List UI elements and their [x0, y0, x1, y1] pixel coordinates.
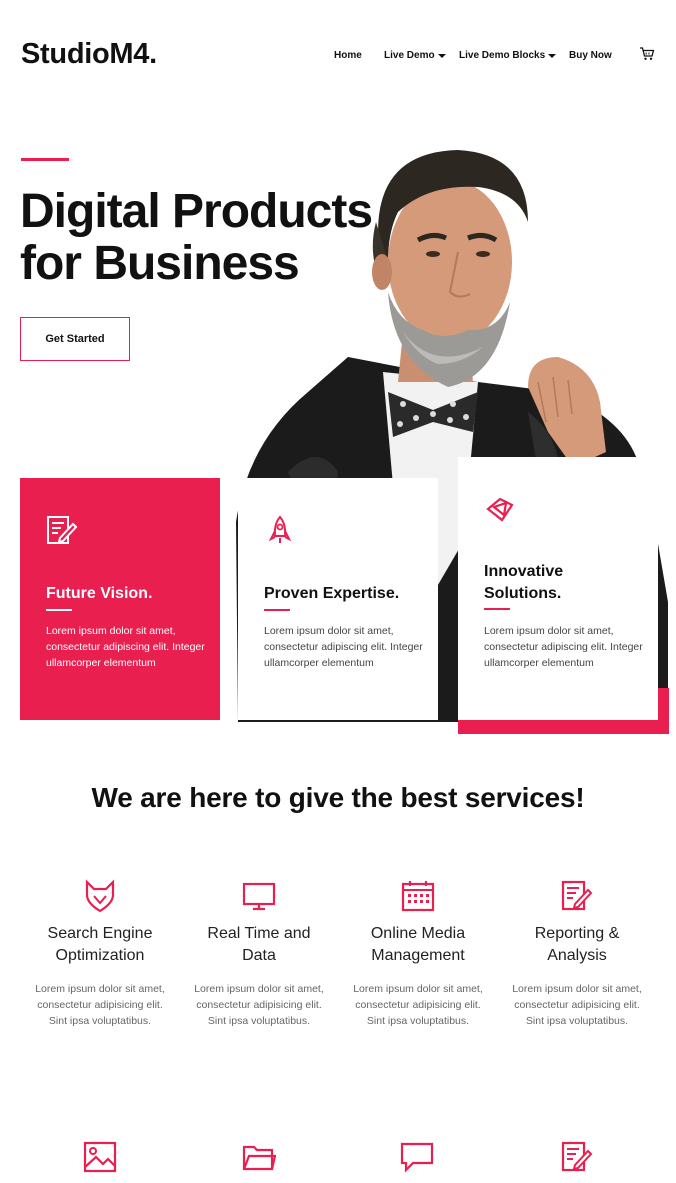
service-item-online-media: Online Media Management Lorem ipsum dolo… [343, 879, 493, 1029]
feature-title: Innovative Solutions. [484, 563, 564, 602]
get-started-button[interactable]: Get Started [20, 317, 130, 361]
chat-bubble-icon [400, 1142, 434, 1173]
cart-icon[interactable] [639, 47, 655, 61]
nav-home-label: Home [334, 50, 362, 61]
feature-text: Lorem ipsum dolor sit amet, consectetur … [484, 625, 643, 669]
nav-home[interactable]: Home [334, 50, 362, 61]
feature-text: Lorem ipsum dolor sit amet, consectetur … [46, 625, 205, 669]
feature-title-rule [264, 609, 290, 611]
feature-title: Proven Expertise. [264, 585, 400, 602]
document-edit-icon [561, 1141, 593, 1172]
caret-down-icon [437, 53, 446, 58]
monitor-icon [242, 882, 276, 911]
service-title: Online Media Management [370, 925, 466, 964]
fox-icon [85, 879, 115, 913]
nav-live-demo-blocks[interactable]: Live Demo Blocks [459, 50, 557, 61]
feature-title-rule [484, 608, 510, 610]
service-item-reporting: Reporting & Analysis Lorem ipsum dolor s… [502, 879, 652, 1029]
nav-live-demo[interactable]: Live Demo [384, 50, 446, 61]
document-edit-icon [561, 880, 593, 911]
document-edit-icon [47, 516, 78, 544]
feature-card-future-vision: Future Vision. Lorem ipsum dolor sit ame… [20, 478, 220, 720]
hero-title: Digital Products for Business [20, 185, 373, 290]
caret-down-icon [548, 53, 557, 58]
service-title: Search Engine Optimization [47, 925, 153, 964]
nav-live-demo-blocks-label: Live Demo Blocks [459, 50, 546, 61]
feature-title: Future Vision. [46, 585, 153, 602]
feature-title-rule [46, 609, 72, 611]
feature-card-innovative-solutions: Innovative Solutions. Lorem ipsum dolor … [458, 457, 658, 720]
service-text: Lorem ipsum dolor sit amet, consectetur … [512, 983, 642, 1027]
nav-live-demo-label: Live Demo [384, 50, 435, 61]
card-accent-bar [458, 720, 669, 734]
folder-icon [242, 1145, 276, 1171]
rocket-icon [268, 515, 292, 543]
main-nav: Home Live Demo Live Demo Blocks Buy Now [0, 50, 676, 64]
service-text: Lorem ipsum dolor sit amet, consectetur … [35, 983, 165, 1027]
image-icon [83, 1141, 117, 1173]
nav-buy-now-label: Buy Now [569, 50, 612, 61]
service-text: Lorem ipsum dolor sit amet, consectetur … [353, 983, 483, 1027]
service-text: Lorem ipsum dolor sit amet, consectetur … [194, 983, 324, 1027]
services-title: We are here to give the best services! [91, 782, 585, 813]
feature-text: Lorem ipsum dolor sit amet, consectetur … [264, 625, 423, 669]
nav-buy-now[interactable]: Buy Now [569, 50, 612, 61]
calendar-icon [401, 881, 435, 912]
service-item-seo: Search Engine Optimization Lorem ipsum d… [25, 879, 175, 1029]
service-item-real-time-data: Real Time and Data Lorem ipsum dolor sit… [184, 879, 334, 1029]
diamond-shapes-icon [486, 497, 514, 522]
service-title: Reporting & Analysis [534, 925, 620, 964]
service-title: Real Time and Data [207, 925, 311, 964]
feature-card-proven-expertise: Proven Expertise. Lorem ipsum dolor sit … [238, 478, 438, 720]
hero-accent-line [21, 158, 69, 161]
